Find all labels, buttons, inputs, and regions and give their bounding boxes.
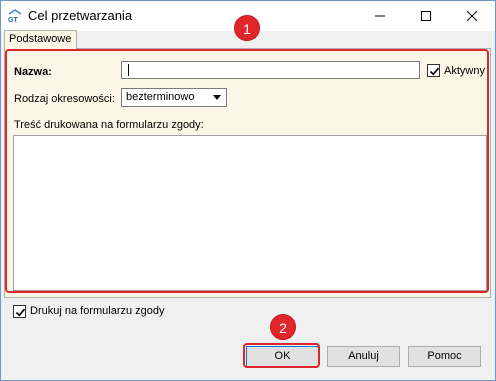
rodzaj-okresowosci-select[interactable]: bezterminowo [121,88,227,107]
nazwa-label: Nazwa: [14,66,52,78]
dialog-window: GT Cel przetwarzania Podstawowe Nazwa: A… [0,0,496,381]
pomoc-button[interactable]: Pomoc [408,346,481,367]
drukuj-checkbox[interactable] [13,305,26,318]
app-logo-icon: GT [7,8,23,24]
minimize-button[interactable] [357,1,403,31]
chevron-down-icon [213,95,221,100]
window-title: Cel przetwarzania [28,8,133,23]
tresc-label: Treść drukowana na formularzu zgody: [14,119,204,131]
minimize-icon [375,15,385,17]
nazwa-input[interactable] [121,61,420,79]
close-icon [467,11,477,21]
maximize-button[interactable] [403,1,449,31]
aktywny-checkbox[interactable] [427,64,440,77]
text-caret [128,64,129,76]
close-button[interactable] [449,1,495,31]
rodzaj-okresowosci-value: bezterminowo [126,91,195,103]
anuluj-button[interactable]: Anuluj [327,346,400,367]
tresc-textarea[interactable] [13,135,487,291]
svg-text:GT: GT [8,17,18,24]
aktywny-label: Aktywny [444,65,485,77]
checkmark-icon [429,67,440,76]
checkmark-icon [15,308,26,317]
annotation-badge-2: 2 [270,314,296,340]
tab-podstawowe[interactable]: Podstawowe [4,30,77,49]
annotation-badge-1: 1 [234,15,260,41]
ok-button[interactable]: OK [246,346,319,367]
rodzaj-okresowosci-label: Rodzaj okresowości: [14,93,115,105]
drukuj-label: Drukuj na formularzu zgody [30,305,165,317]
maximize-icon [421,11,431,21]
